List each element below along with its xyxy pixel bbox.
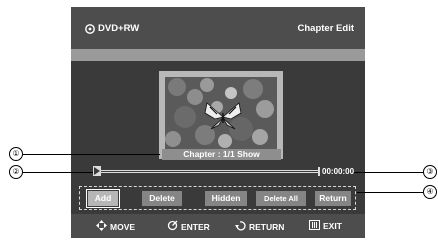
tv-screen: DVD+RW Chapter Edit Chapter: 1/1 Show 0… — [71, 7, 365, 238]
disc-icon — [85, 23, 95, 34]
play-icon — [94, 167, 100, 175]
callout-2: ② — [9, 165, 23, 179]
callout-3-line — [354, 172, 423, 173]
exit-label: EXIT — [323, 221, 342, 231]
header-strip — [71, 49, 365, 61]
callout-3: ③ — [423, 165, 437, 179]
timeline-track[interactable] — [95, 170, 319, 173]
enter-icon — [167, 220, 178, 233]
move-hint: MOVE — [96, 220, 135, 233]
return-label: RETURN — [249, 221, 285, 232]
move-arrows-icon — [96, 220, 107, 233]
preview-frame — [159, 71, 283, 159]
footer-bar: MOVE ENTER RETURN EXIT — [71, 214, 365, 238]
chapter-caption: Chapter : 1/1 Show — [162, 149, 281, 160]
preview-thumbnail — [165, 77, 277, 149]
play-marker[interactable] — [93, 166, 101, 176]
disc-type: DVD+RW — [85, 23, 139, 34]
hidden-button[interactable]: Hidden — [205, 191, 247, 206]
action-button-row: Add Delete Hidden Delete All Return — [79, 186, 356, 210]
exit-icon — [309, 220, 320, 232]
callout-4: ④ — [423, 185, 437, 199]
header-bar: DVD+RW Chapter Edit — [71, 7, 365, 49]
enter-label: ENTER — [181, 221, 210, 232]
add-button[interactable]: Add — [86, 189, 120, 208]
delete-button[interactable]: Delete — [142, 191, 182, 206]
return-hint: RETURN — [235, 220, 284, 233]
time-display: 00:00:00 — [322, 167, 355, 176]
callout-1-line — [23, 154, 160, 155]
return-button[interactable]: Return — [315, 191, 351, 206]
page-title: Chapter Edit — [297, 23, 354, 34]
callout-4-line — [357, 192, 423, 193]
callout-2-line — [23, 172, 93, 173]
return-arrow-icon — [235, 220, 246, 233]
move-label: MOVE — [110, 221, 136, 232]
callout-1: ① — [9, 147, 23, 161]
enter-hint: ENTER — [167, 220, 210, 233]
delete-all-button[interactable]: Delete All — [256, 191, 306, 206]
disc-label: DVD+RW — [98, 23, 140, 34]
timeline-end-mark — [318, 167, 320, 176]
exit-hint: EXIT — [309, 220, 342, 232]
